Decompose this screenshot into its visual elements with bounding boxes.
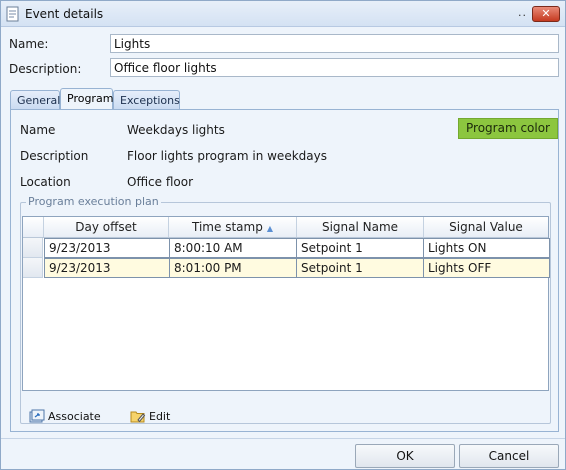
cell-day-offset[interactable]: 9/23/2013 bbox=[44, 258, 170, 278]
associate-button[interactable]: Associate bbox=[29, 408, 101, 424]
folder-edit-icon bbox=[130, 411, 146, 423]
title-dots: .. bbox=[518, 6, 527, 19]
grid-header: Day offset Time stamp ▲ Signal Name Signa… bbox=[23, 217, 548, 238]
table-row[interactable]: 9/23/2013 8:00:10 AM Setpoint 1 Lights O… bbox=[23, 238, 550, 258]
tab-general[interactable]: General bbox=[10, 90, 60, 110]
column-header-label: Signal Name bbox=[321, 220, 399, 234]
tab-exceptions[interactable]: Exceptions bbox=[113, 90, 180, 110]
description-label: Description: bbox=[9, 62, 82, 76]
cell-signal-name[interactable]: Setpoint 1 bbox=[297, 258, 424, 278]
execution-plan-legend: Program execution plan bbox=[26, 195, 161, 208]
program-name-value: Weekdays lights bbox=[127, 123, 225, 137]
cell-time-stamp[interactable]: 8:01:00 PM bbox=[170, 258, 297, 278]
dialog-button-bar: OK Cancel bbox=[1, 438, 565, 469]
column-header-label: Day offset bbox=[75, 220, 137, 234]
table-row[interactable]: 9/23/2013 8:01:00 PM Setpoint 1 Lights O… bbox=[23, 258, 550, 278]
execution-plan-group: Program execution plan Day offset Time s… bbox=[20, 195, 551, 424]
cell-day-offset[interactable]: 9/23/2013 bbox=[44, 238, 170, 258]
header-row-selector bbox=[23, 217, 44, 237]
sort-ascending-icon: ▲ bbox=[266, 224, 273, 233]
program-tab-panel: Name Weekdays lights Description Floor l… bbox=[10, 109, 559, 432]
program-location-label: Location bbox=[20, 175, 71, 189]
edit-label: Edit bbox=[149, 409, 171, 423]
column-header-time-stamp[interactable]: Time stamp ▲ bbox=[169, 217, 297, 237]
associate-label: Associate bbox=[48, 409, 101, 423]
name-input[interactable] bbox=[110, 34, 559, 53]
column-header-signal-value[interactable]: Signal Value bbox=[424, 217, 548, 237]
edit-button[interactable]: Edit bbox=[130, 408, 170, 424]
column-header-signal-name[interactable]: Signal Name bbox=[297, 217, 424, 237]
program-location-value: Office floor bbox=[127, 175, 194, 189]
name-label: Name: bbox=[9, 37, 49, 51]
description-input[interactable] bbox=[110, 58, 559, 77]
cell-signal-value[interactable]: Lights OFF bbox=[424, 258, 550, 278]
column-header-label: Time stamp bbox=[192, 220, 263, 234]
program-color-button[interactable]: Program color bbox=[458, 118, 558, 139]
event-details-window: Event details .. ✕ Name: Description: Ge… bbox=[0, 0, 566, 470]
title-bar[interactable]: Event details .. ✕ bbox=[1, 1, 565, 27]
close-icon: ✕ bbox=[541, 7, 551, 20]
column-header-label: Signal Value bbox=[449, 220, 523, 234]
column-header-day-offset[interactable]: Day offset bbox=[44, 217, 169, 237]
program-description-value: Floor lights program in weekdays bbox=[127, 149, 327, 163]
cell-signal-value[interactable]: Lights ON bbox=[424, 238, 550, 258]
ok-button[interactable]: OK bbox=[355, 444, 455, 468]
cancel-button[interactable]: Cancel bbox=[459, 444, 559, 468]
tab-program[interactable]: Program bbox=[60, 88, 113, 111]
program-name-label: Name bbox=[20, 123, 56, 137]
cell-time-stamp[interactable]: 8:00:10 AM bbox=[170, 238, 297, 258]
execution-plan-grid: Day offset Time stamp ▲ Signal Name Signa… bbox=[22, 216, 550, 391]
close-button[interactable]: ✕ bbox=[532, 6, 560, 22]
cell-signal-name[interactable]: Setpoint 1 bbox=[297, 238, 424, 258]
associate-icon bbox=[29, 409, 45, 423]
program-description-label: Description bbox=[20, 149, 89, 163]
window-title: Event details bbox=[25, 7, 104, 21]
document-icon bbox=[6, 6, 19, 22]
row-selector[interactable] bbox=[23, 258, 43, 278]
row-selector[interactable] bbox=[23, 238, 43, 258]
